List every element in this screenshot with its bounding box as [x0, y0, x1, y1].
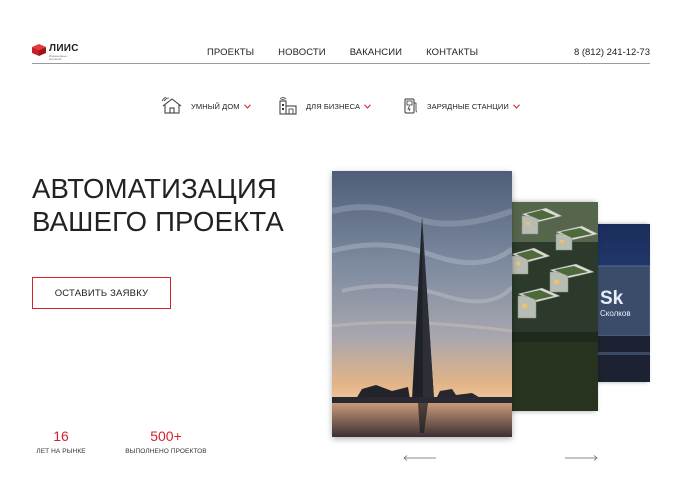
- houses-photo: [504, 202, 598, 411]
- hero-title: АВТОМАТИЗАЦИЯ ВАШЕГО ПРОЕКТА: [32, 172, 322, 238]
- chevron-down-icon: [364, 103, 372, 109]
- charging-station-icon: [404, 98, 418, 114]
- nav-contacts[interactable]: КОНТАКТЫ: [426, 47, 478, 58]
- business-building-icon: [279, 97, 297, 115]
- tower-photo: [332, 171, 512, 437]
- subnav-business[interactable]: ДЛЯ БИЗНЕСА: [278, 96, 372, 116]
- logo[interactable]: ЛИИС Инженерные решения: [32, 43, 79, 61]
- smart-home-icon: [161, 97, 182, 114]
- chevron-down-icon: [512, 103, 520, 109]
- hero-title-line-1: АВТОМАТИЗАЦИЯ: [32, 173, 277, 204]
- stat-projects-value: 500+: [150, 428, 182, 444]
- subnav-charging[interactable]: ЗАРЯДНЫЕ СТАНЦИИ: [403, 96, 520, 116]
- subnav-business-label: ДЛЯ БИЗНЕСА: [306, 101, 361, 111]
- skolkovo-logo-text: Sk: [600, 288, 624, 309]
- stat-years-value: 16: [53, 428, 69, 444]
- request-button[interactable]: ОСТАВИТЬ ЗАЯВКУ: [32, 277, 171, 309]
- stat-projects-label: ВЫПОЛНЕНО ПРОЕКТОВ: [125, 448, 207, 455]
- subnav-smart-home[interactable]: УМНЫЙ ДОМ: [161, 96, 251, 116]
- slider-prev-arrow-icon[interactable]: [403, 454, 437, 462]
- skolkovo-caption: Сколков: [600, 309, 631, 318]
- stat-projects: 500+ ВЫПОЛНЕНО ПРОЕКТОВ: [118, 428, 214, 455]
- hero-title-line-2: ВАШЕГО ПРОЕКТА: [32, 206, 284, 237]
- skolkovo-photo: Sk Сколков: [590, 224, 650, 382]
- subnav-smart-home-label: УМНЫЙ ДОМ: [191, 101, 240, 111]
- nav-projects[interactable]: ПРОЕКТЫ: [207, 47, 254, 58]
- services-nav: УМНЫЙ ДОМ ДЛЯ БИЗНЕСА ЗАРЯДНЫЕ СТАНЦИИ: [0, 96, 682, 116]
- slide-skolkovo[interactable]: Sk Сколков: [590, 224, 650, 382]
- chevron-down-icon: [243, 103, 251, 109]
- nav-vacancies[interactable]: ВАКАНСИИ: [350, 47, 402, 58]
- stat-years: 16 ЛЕТ НА РЫНКЕ: [32, 428, 90, 455]
- slide-lakhta-tower[interactable]: [332, 171, 512, 437]
- logo-text: ЛИИС: [49, 43, 79, 54]
- logo-cube-icon: [32, 44, 46, 56]
- nav-news[interactable]: НОВОСТИ: [278, 47, 326, 58]
- site-header: ЛИИС Инженерные решения ПРОЕКТЫ НОВОСТИ …: [32, 40, 650, 64]
- slide-houses[interactable]: [504, 202, 598, 411]
- logo-subtitle: Инженерные решения: [49, 54, 67, 61]
- slider-next-arrow-icon[interactable]: [564, 454, 598, 462]
- stat-years-label: ЛЕТ НА РЫНКЕ: [36, 448, 86, 455]
- phone-number[interactable]: 8 (812) 241-12-73: [574, 47, 650, 58]
- main-nav: ПРОЕКТЫ НОВОСТИ ВАКАНСИИ КОНТАКТЫ: [207, 47, 502, 58]
- subnav-charging-label: ЗАРЯДНЫЕ СТАНЦИИ: [427, 101, 509, 111]
